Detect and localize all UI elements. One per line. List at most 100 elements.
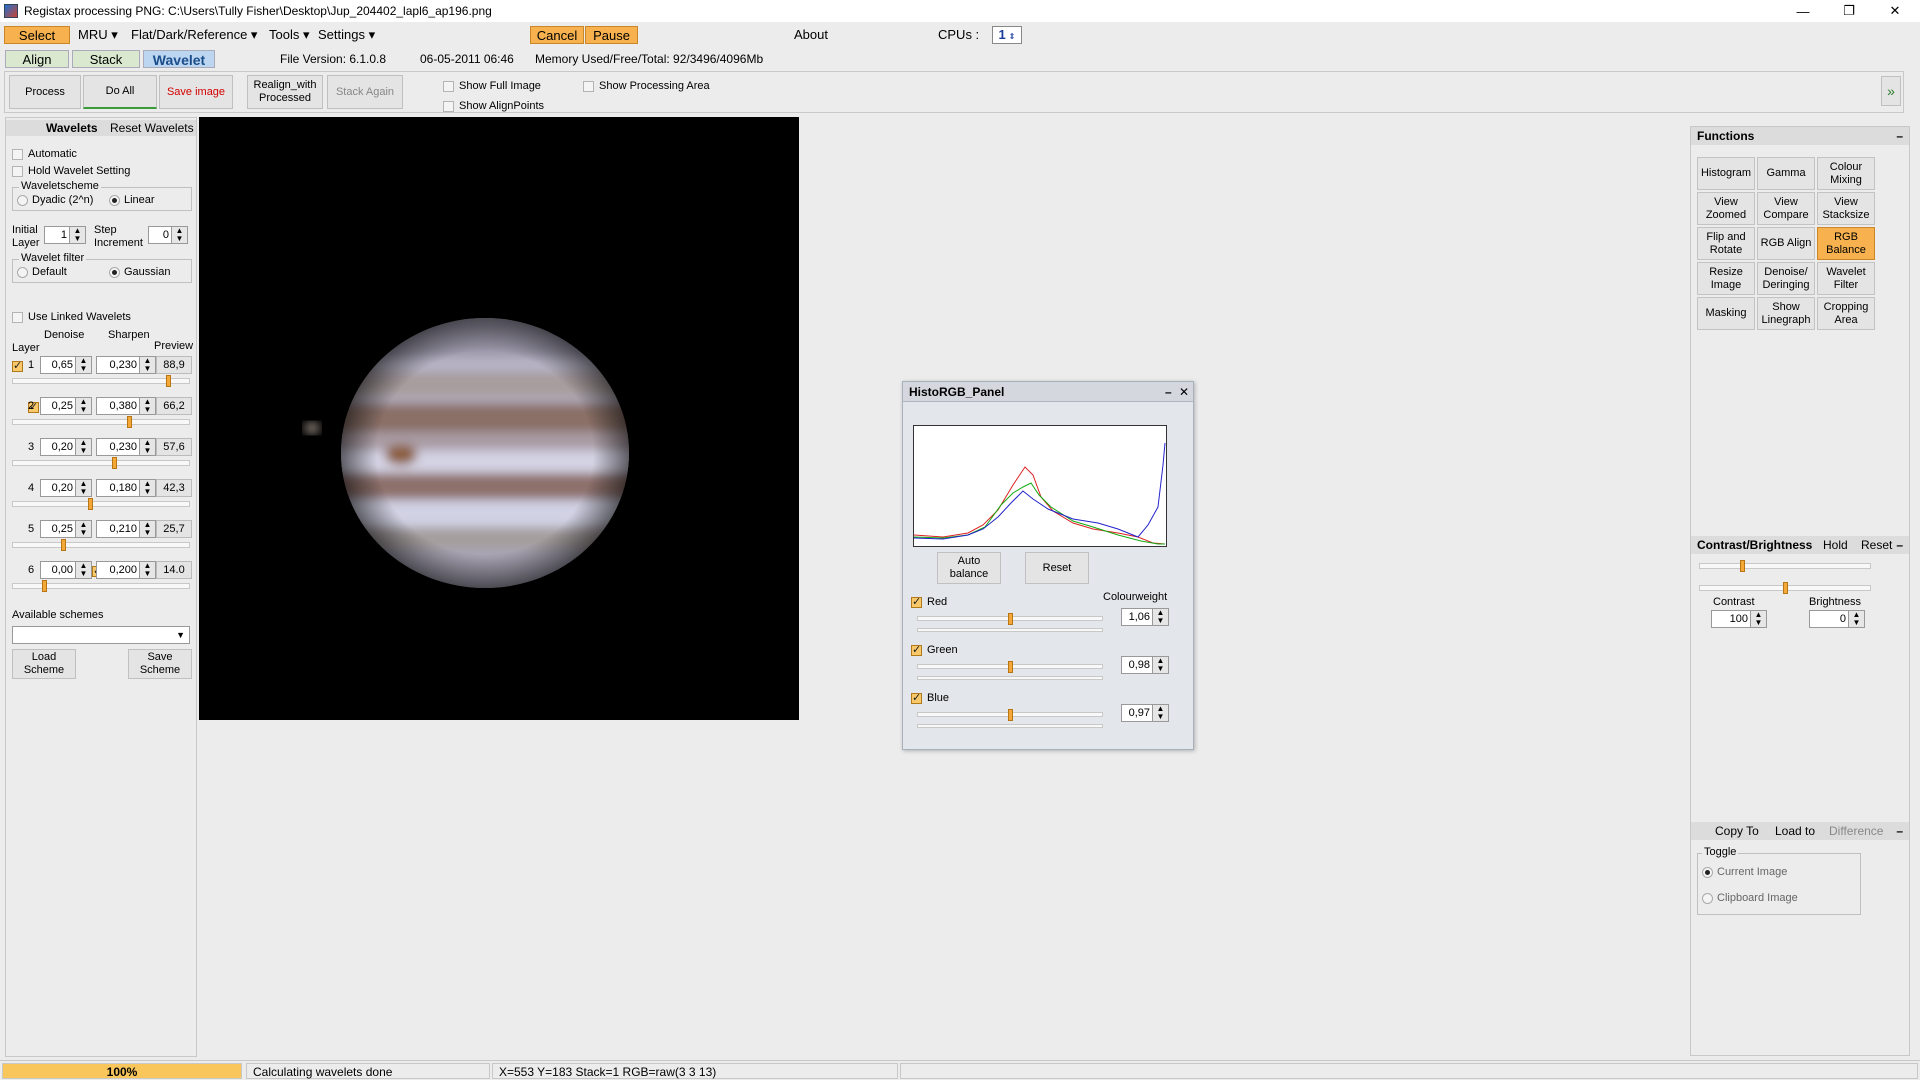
- fn-masking-button[interactable]: Masking: [1697, 297, 1755, 330]
- channel-red-checkbox[interactable]: [911, 595, 922, 608]
- fn-show-linegraph-button[interactable]: Show Linegraph: [1757, 297, 1815, 330]
- collapse-icon[interactable]: –: [1896, 536, 1903, 554]
- layer-slider-thumb[interactable]: [42, 580, 47, 592]
- spin-arrows-icon[interactable]: ▲ ▼: [1848, 611, 1864, 627]
- spin-arrows-icon[interactable]: ▲ ▼: [75, 562, 91, 578]
- fn-colour-mixing-button[interactable]: Colour Mixing: [1817, 157, 1875, 190]
- channel-blue-checkbox[interactable]: [911, 691, 922, 704]
- fn-flip-and-rotate-button[interactable]: Flip and Rotate: [1697, 227, 1755, 260]
- cpus-select[interactable]: 1 ⇕: [992, 26, 1022, 44]
- layer-preview-value[interactable]: 88,9: [156, 356, 192, 374]
- spin-arrows-icon[interactable]: ▲ ▼: [75, 357, 91, 373]
- step-increment-spinner[interactable]: 0 ▲ ▼: [148, 226, 188, 244]
- clipboard-image-option[interactable]: Clipboard Image: [1702, 892, 1798, 904]
- spin-arrows-icon[interactable]: ▲ ▼: [75, 439, 91, 455]
- histo-reset-button[interactable]: Reset: [1025, 552, 1089, 584]
- layer-denoise-spinner[interactable]: 0,20 ▲ ▼: [40, 479, 92, 497]
- load-scheme-button[interactable]: Load Scheme: [12, 649, 76, 679]
- spin-arrows-icon[interactable]: ▲ ▼: [139, 357, 155, 373]
- layer-slider[interactable]: [12, 539, 190, 551]
- hold-wavelet-checkbox[interactable]: [12, 165, 23, 177]
- collapse-icon[interactable]: –: [1896, 127, 1903, 145]
- layer-denoise-spinner[interactable]: 0,65 ▲ ▼: [40, 356, 92, 374]
- layer-denoise-spinner[interactable]: 0,25 ▲ ▼: [40, 397, 92, 415]
- tab-wavelet[interactable]: Wavelet: [143, 50, 215, 68]
- layer-slider-thumb[interactable]: [112, 457, 117, 469]
- menu-tools[interactable]: Tools ▾: [265, 26, 314, 44]
- realign-processed-button[interactable]: Realign_with Processed: [247, 75, 323, 109]
- fn-view-compare-button[interactable]: View Compare: [1757, 192, 1815, 225]
- clipboard-image-radio[interactable]: [1702, 892, 1713, 904]
- layer-slider-thumb[interactable]: [166, 375, 171, 387]
- minimize-button[interactable]: —: [1780, 0, 1826, 22]
- contrast-hold-button[interactable]: Hold: [1823, 536, 1848, 554]
- spin-arrows-icon[interactable]: ▲ ▼: [1750, 611, 1766, 627]
- fn-wavelet-filter-button[interactable]: Wavelet Filter: [1817, 262, 1875, 295]
- dyadic-radio[interactable]: [17, 194, 28, 206]
- gaussian-filter-radio[interactable]: [109, 266, 120, 278]
- contrast-slider[interactable]: [1699, 560, 1871, 572]
- layer-preview-value[interactable]: 66,2: [156, 397, 192, 415]
- layer-preview-value[interactable]: 57,6: [156, 438, 192, 456]
- layer-preview-value[interactable]: 42,3: [156, 479, 192, 497]
- fn-gamma-button[interactable]: Gamma: [1757, 157, 1815, 190]
- spin-arrows-icon[interactable]: ▲ ▼: [139, 480, 155, 496]
- channel-blue-option[interactable]: Blue: [911, 691, 949, 704]
- channel-green-slider[interactable]: [917, 661, 1103, 673]
- maximize-button[interactable]: ❐: [1826, 0, 1872, 22]
- layer-sharpen-spinner[interactable]: 0,380 ▲ ▼: [96, 397, 156, 415]
- show-alignpoints-checkbox[interactable]: [443, 100, 454, 112]
- layer-denoise-spinner[interactable]: 0,20 ▲ ▼: [40, 438, 92, 456]
- tab-stack[interactable]: Stack: [72, 50, 140, 68]
- stack-again-button[interactable]: Stack Again: [327, 75, 403, 109]
- menu-settings[interactable]: Settings ▾: [314, 26, 379, 44]
- initial-layer-spinner[interactable]: 1 ▲ ▼: [44, 226, 86, 244]
- contrast-reset-button[interactable]: Reset: [1861, 536, 1892, 554]
- histo-title-bar[interactable]: HistoRGB_Panel – ✕: [903, 382, 1193, 402]
- show-processing-area-option[interactable]: Show Processing Area: [583, 80, 710, 92]
- brightness-slider-thumb[interactable]: [1783, 582, 1788, 594]
- layer-denoise-spinner[interactable]: 0,25 ▲ ▼: [40, 520, 92, 538]
- difference-button[interactable]: Difference: [1829, 822, 1883, 840]
- contrast-spinner[interactable]: 100 ▲ ▼: [1711, 610, 1767, 628]
- layer-sharpen-spinner[interactable]: 0,230 ▲ ▼: [96, 356, 156, 374]
- spin-arrows-icon[interactable]: ▲ ▼: [1152, 609, 1168, 625]
- spin-arrows-icon[interactable]: ▲ ▼: [139, 398, 155, 414]
- channel-slider-thumb[interactable]: [1008, 613, 1013, 625]
- spin-arrows-icon[interactable]: ▲ ▼: [75, 521, 91, 537]
- layer-sharpen-spinner[interactable]: 0,180 ▲ ▼: [96, 479, 156, 497]
- layer-sharpen-spinner[interactable]: 0,230 ▲ ▼: [96, 438, 156, 456]
- layer-sharpen-spinner[interactable]: 0,200 ▲ ▼: [96, 561, 156, 579]
- fn-denoise-deringing-button[interactable]: Denoise/ Deringing: [1757, 262, 1815, 295]
- channel-slider-thumb[interactable]: [1008, 661, 1013, 673]
- channel-blue-slider[interactable]: [917, 709, 1103, 721]
- schemes-dropdown[interactable]: ▼: [12, 626, 190, 644]
- default-filter-option[interactable]: Default: [17, 266, 67, 278]
- linear-radio[interactable]: [109, 194, 120, 206]
- fn-rgb-align-button[interactable]: RGB Align: [1757, 227, 1815, 260]
- layer-slider[interactable]: [12, 375, 190, 387]
- fn-histogram-button[interactable]: Histogram: [1697, 157, 1755, 190]
- image-canvas[interactable]: [199, 117, 799, 720]
- process-button[interactable]: Process: [9, 75, 81, 109]
- auto-balance-button[interactable]: Auto balance: [937, 552, 1001, 584]
- spin-arrows-icon[interactable]: ▲ ▼: [1152, 705, 1168, 721]
- channel-weight-spinner[interactable]: 0,97 ▲ ▼: [1121, 704, 1169, 722]
- menu-about[interactable]: About: [790, 26, 832, 44]
- menu-mru[interactable]: MRU ▾: [74, 26, 122, 44]
- channel-red-option[interactable]: Red: [911, 595, 947, 608]
- contrast-slider-thumb[interactable]: [1740, 560, 1745, 572]
- layer-sharpen-spinner[interactable]: 0,210 ▲ ▼: [96, 520, 156, 538]
- tab-align[interactable]: Align: [5, 50, 69, 68]
- close-icon[interactable]: ✕: [1179, 385, 1189, 399]
- spin-arrows-icon[interactable]: ▲ ▼: [75, 480, 91, 496]
- layer-slider[interactable]: [12, 416, 190, 428]
- channel-red-slider[interactable]: [917, 613, 1103, 625]
- spin-arrows-icon[interactable]: ▲ ▼: [1152, 657, 1168, 673]
- close-window-button[interactable]: ✕: [1872, 0, 1918, 22]
- channel-slider-thumb[interactable]: [1008, 709, 1013, 721]
- show-full-image-checkbox[interactable]: [443, 80, 454, 92]
- current-image-option[interactable]: Current Image: [1702, 866, 1787, 878]
- show-processing-area-checkbox[interactable]: [583, 80, 594, 92]
- use-linked-wavelets-option[interactable]: Use Linked Wavelets: [12, 311, 131, 323]
